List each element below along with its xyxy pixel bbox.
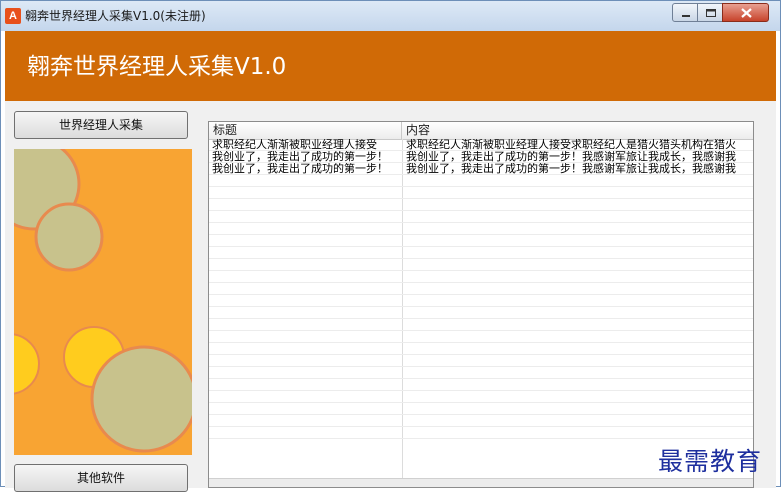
circles-illustration — [14, 149, 192, 455]
table-row[interactable]: 我创业了，我走出了成功的第一步！ 我创业了，我走出了成功的第一步！我感谢军旅让我… — [209, 163, 753, 175]
cell-title: 我创业了，我走出了成功的第一步！ — [212, 163, 388, 174]
minimize-button[interactable] — [672, 3, 698, 22]
window-title: 翱奔世界经理人采集V1.0(未注册) — [25, 9, 206, 23]
empty-row — [209, 427, 753, 439]
cell-content: 求职经纪人渐渐被职业经理人接受求职经纪人是猎火猎头机构在猎火 — [406, 139, 736, 150]
decorative-art-panel — [14, 149, 192, 455]
table-row[interactable]: 我创业了，我走出了成功的第一步！ 我创业了，我走出了成功的第一步！我感谢军旅让我… — [209, 151, 753, 163]
cell-title: 求职经纪人渐渐被职业经理人接受 — [212, 139, 377, 150]
header-banner: 翱奔世界经理人采集V1.0 — [5, 31, 776, 101]
empty-row — [209, 319, 753, 331]
cell-content: 我创业了，我走出了成功的第一步！我感谢军旅让我成长，我感谢我 — [406, 163, 736, 174]
empty-row — [209, 211, 753, 223]
cell-content: 我创业了，我走出了成功的第一步！我感谢军旅让我成长，我感谢我 — [406, 151, 736, 162]
empty-row — [209, 307, 753, 319]
grid-header: 标题 内容 — [209, 122, 753, 140]
column-header-content[interactable]: 内容 — [402, 122, 753, 139]
empty-row — [209, 343, 753, 355]
empty-row — [209, 415, 753, 427]
empty-row — [209, 187, 753, 199]
maximize-button[interactable] — [697, 3, 723, 22]
empty-row — [209, 247, 753, 259]
watermark-text: 最需教育 — [658, 447, 763, 476]
empty-row — [209, 295, 753, 307]
empty-row — [209, 367, 753, 379]
column-header-title[interactable]: 标题 — [209, 122, 402, 139]
results-grid[interactable]: 标题 内容 求职经纪人渐渐被职业经理人接受 求职经纪人渐渐被职业经理人接受求职经… — [208, 121, 754, 488]
collect-button[interactable]: 世界经理人采集 — [14, 111, 188, 139]
table-row[interactable]: 求职经纪人渐渐被职业经理人接受 求职经纪人渐渐被职业经理人接受求职经纪人是猎火猎… — [209, 139, 753, 151]
grid-rows: 求职经纪人渐渐被职业经理人接受 求职经纪人渐渐被职业经理人接受求职经纪人是猎火猎… — [209, 139, 753, 439]
horizontal-scrollbar[interactable] — [209, 478, 753, 487]
app-logo-icon: A — [5, 8, 21, 24]
empty-row — [209, 283, 753, 295]
maximize-icon — [706, 9, 716, 17]
empty-row — [209, 271, 753, 283]
empty-row — [209, 391, 753, 403]
empty-row — [209, 223, 753, 235]
empty-row — [209, 199, 753, 211]
empty-row — [209, 403, 753, 415]
title-bar[interactable]: A 翱奔世界经理人采集V1.0(未注册) — [1, 1, 780, 31]
other-software-button[interactable]: 其他软件 — [14, 464, 188, 492]
app-window: A 翱奔世界经理人采集V1.0(未注册) 翱奔世界经理人采集V1.0 世界经理人… — [0, 0, 781, 492]
empty-row — [209, 259, 753, 271]
banner-title: 翱奔世界经理人采集V1.0 — [27, 54, 287, 80]
empty-row — [209, 235, 753, 247]
minimize-icon — [682, 15, 690, 17]
close-icon — [741, 8, 752, 18]
cell-title: 我创业了，我走出了成功的第一步！ — [212, 151, 388, 162]
close-button[interactable] — [722, 3, 769, 22]
empty-row — [209, 355, 753, 367]
empty-row — [209, 379, 753, 391]
empty-row — [209, 175, 753, 187]
main-content: 世界经理人采集 其他软件 标题 内容 求职经纪人渐渐被职业经理人接受 求职经纪人… — [5, 101, 776, 492]
empty-row — [209, 331, 753, 343]
